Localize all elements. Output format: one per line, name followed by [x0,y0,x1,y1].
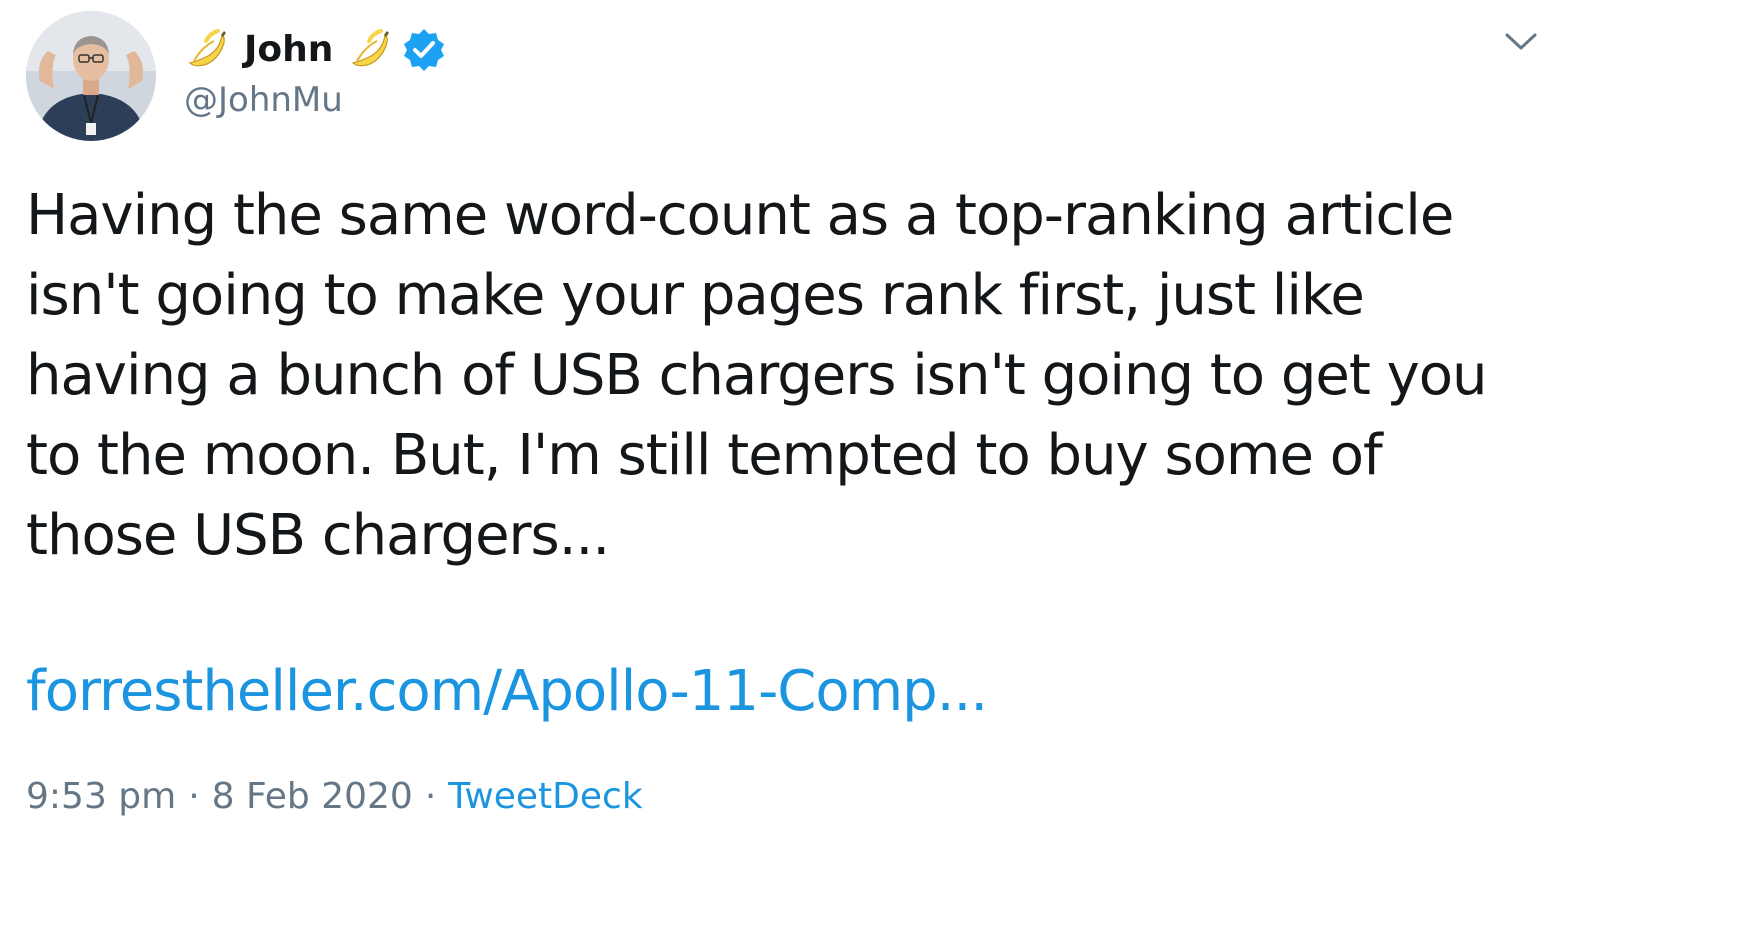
verified-badge-icon [401,27,447,73]
tweet-text: Having the same word-count as a top-rank… [26,183,1488,568]
tweet-date[interactable]: 8 Feb 2020 [212,772,413,822]
chevron-down-icon[interactable] [1503,30,1539,54]
author-display-name: John [244,29,334,70]
tweet-card: John @JohnMu Having the same word-count … [0,0,1761,947]
tweet-meta: 9:53 pm · 8 Feb 2020 · TweetDeck [26,772,643,822]
banana-emoji-icon [347,27,393,73]
tweet-link[interactable]: forrestheller.com/Apollo-11-Comp... [26,652,988,732]
avatar[interactable] [26,11,156,141]
meta-separator: · [424,776,437,817]
meta-separator: · [188,776,200,817]
banana-emoji-icon [184,27,230,73]
tweet-source-link[interactable]: TweetDeck [448,772,642,822]
tweet-time[interactable]: 9:53 pm [26,772,176,822]
author-name-row[interactable]: John [184,22,447,78]
author-handle[interactable]: @JohnMu [184,80,343,121]
